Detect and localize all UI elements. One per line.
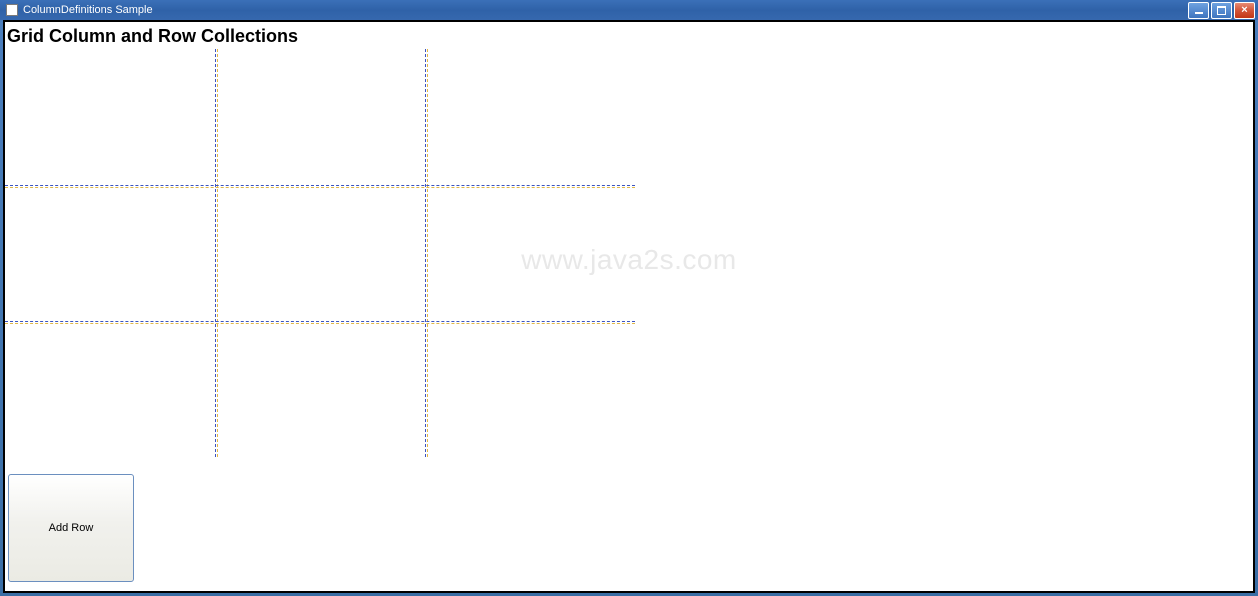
- minimize-icon: [1195, 12, 1203, 14]
- maximize-icon: [1217, 6, 1226, 15]
- page-title: Grid Column and Row Collections: [5, 22, 1253, 49]
- add-row-button[interactable]: Add Row: [8, 474, 134, 582]
- window-title: ColumnDefinitions Sample: [23, 4, 1188, 16]
- client-area: Grid Column and Row Collections www.java…: [3, 20, 1255, 593]
- titlebar: ColumnDefinitions Sample ×: [0, 0, 1258, 20]
- grid-row-divider: [5, 185, 635, 186]
- button-panel: Add Row: [5, 471, 1253, 591]
- content-area: www.java2s.com: [5, 49, 1253, 471]
- application-window: ColumnDefinitions Sample × Grid Column a…: [0, 0, 1258, 596]
- minimize-button[interactable]: [1188, 2, 1209, 19]
- grid-demo: [5, 49, 635, 457]
- grid-column-divider: [425, 49, 426, 457]
- close-icon: ×: [1241, 5, 1247, 16]
- close-button[interactable]: ×: [1234, 2, 1255, 19]
- maximize-button[interactable]: [1211, 2, 1232, 19]
- grid-column-divider: [215, 49, 216, 457]
- grid-row-divider: [5, 321, 635, 322]
- app-icon: [6, 4, 18, 16]
- window-controls: ×: [1188, 2, 1255, 19]
